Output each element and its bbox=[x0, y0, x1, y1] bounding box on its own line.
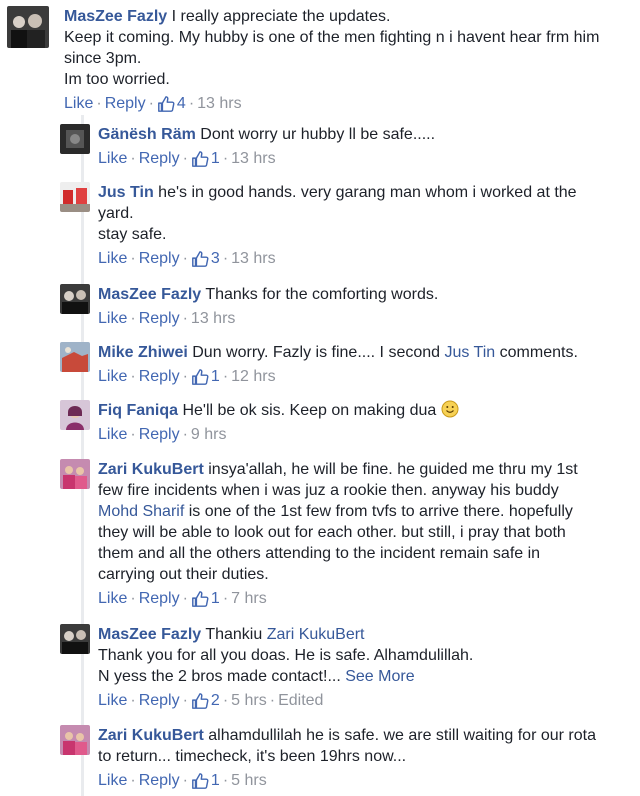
like-button[interactable]: Like bbox=[98, 249, 127, 269]
timestamp[interactable]: 12 hrs bbox=[231, 367, 275, 387]
comment-text: stay safe. bbox=[98, 226, 167, 243]
reply-button[interactable]: Reply bbox=[139, 367, 180, 387]
comment-text: Thank you for all you doas. He is safe. … bbox=[98, 647, 474, 664]
timestamp[interactable]: 5 hrs bbox=[231, 691, 267, 711]
comment-text: carrying out their duties. bbox=[98, 566, 269, 583]
like-count[interactable]: 1 bbox=[191, 149, 220, 169]
like-button[interactable]: Like bbox=[98, 149, 127, 169]
comment-text: few fire incidents when i was juz a rook… bbox=[98, 482, 559, 499]
timestamp[interactable]: 5 hrs bbox=[231, 771, 267, 791]
avatar[interactable] bbox=[60, 284, 90, 314]
comment-author[interactable]: MasZee Fazly bbox=[64, 8, 167, 25]
comment-text: I really appreciate the updates. bbox=[171, 8, 391, 25]
comment-author[interactable]: Jus Tin bbox=[98, 184, 154, 201]
reply-comment: MasZee Fazly Thankiu Zari KukuBert Thank… bbox=[60, 624, 473, 711]
comment-author[interactable]: MasZee Fazly bbox=[98, 286, 201, 303]
comment-text: since 3pm. bbox=[64, 50, 142, 67]
comment-author[interactable]: Zari KukuBert bbox=[98, 461, 204, 478]
thumbs-up-icon bbox=[191, 692, 209, 710]
comment-text: comments. bbox=[499, 344, 578, 361]
comment-author[interactable]: Gänësh Räm bbox=[98, 126, 196, 143]
comment-text: is one of the 1st few from tvfs to arriv… bbox=[188, 503, 573, 520]
comment-text: Thankiu bbox=[205, 626, 263, 643]
comment-text: he's in good hands. very garang man whom… bbox=[158, 184, 577, 201]
timestamp[interactable]: 7 hrs bbox=[231, 589, 267, 609]
reply-comment: Jus Tin he's in good hands. very garang … bbox=[60, 182, 577, 269]
comment-text: them and all the others attending to the… bbox=[98, 545, 541, 562]
comment-text: insya'allah, he will be fine. he guided … bbox=[208, 461, 578, 478]
comment-text: Dun worry. Fazly is fine.... I second bbox=[192, 344, 441, 361]
avatar[interactable] bbox=[60, 459, 90, 489]
smiley-emoji-icon bbox=[441, 400, 459, 418]
thumbs-up-icon bbox=[191, 250, 209, 268]
like-count[interactable]: 2 bbox=[191, 691, 220, 711]
avatar[interactable] bbox=[60, 400, 90, 430]
comment: MasZee Fazly I really appreciate the upd… bbox=[7, 6, 624, 114]
reply-button[interactable]: Reply bbox=[139, 249, 180, 269]
like-count[interactable]: 3 bbox=[191, 249, 220, 269]
comment-text: N yess the 2 bros made contact!... bbox=[98, 668, 341, 685]
reply-button[interactable]: Reply bbox=[139, 771, 180, 791]
reply-comment: Mike Zhiwei Dun worry. Fazly is fine....… bbox=[60, 342, 578, 387]
reply-comment: MasZee Fazly Thanks for the comforting w… bbox=[60, 284, 438, 329]
avatar[interactable] bbox=[60, 624, 90, 654]
like-button[interactable]: Like bbox=[98, 367, 127, 387]
comment-text: to return... timecheck, it's been 19hrs … bbox=[98, 748, 407, 765]
like-button[interactable]: Like bbox=[98, 771, 127, 791]
timestamp[interactable]: 13 hrs bbox=[197, 94, 241, 114]
like-button[interactable]: Like bbox=[98, 309, 127, 329]
reply-comment: Gänësh Räm Dont worry ur hubby ll be saf… bbox=[60, 124, 435, 169]
like-count[interactable]: 1 bbox=[191, 367, 220, 387]
comment-text: Keep it coming. My hubby is one of the m… bbox=[64, 29, 600, 46]
reply-comment: Zari KukuBert alhamdullilah he is safe. … bbox=[60, 725, 596, 791]
comment-author[interactable]: MasZee Fazly bbox=[98, 626, 201, 643]
reply-button[interactable]: Reply bbox=[139, 149, 180, 169]
reply-comment: Zari KukuBert insya'allah, he will be fi… bbox=[60, 459, 598, 609]
like-button[interactable]: Like bbox=[98, 691, 127, 711]
thumbs-up-icon bbox=[191, 368, 209, 386]
thumbs-up-icon bbox=[191, 590, 209, 608]
thumbs-up-icon bbox=[191, 772, 209, 790]
avatar[interactable] bbox=[7, 6, 49, 48]
timestamp[interactable]: 9 hrs bbox=[191, 425, 227, 445]
like-button[interactable]: Like bbox=[98, 425, 127, 445]
comment-text: Thanks for the comforting words. bbox=[205, 286, 439, 303]
mention-link[interactable]: Jus Tin bbox=[445, 344, 496, 361]
reply-button[interactable]: Reply bbox=[105, 94, 146, 114]
edited-label[interactable]: Edited bbox=[278, 691, 323, 711]
comment-text: yard. bbox=[98, 205, 134, 222]
like-count[interactable]: 1 bbox=[191, 589, 220, 609]
reply-button[interactable]: Reply bbox=[139, 691, 180, 711]
avatar[interactable] bbox=[60, 725, 90, 755]
timestamp[interactable]: 13 hrs bbox=[191, 309, 235, 329]
comment-text: He'll be ok sis. Keep on making dua bbox=[182, 402, 437, 419]
reply-comment: Fiq Faniqa He'll be ok sis. Keep on maki… bbox=[60, 400, 459, 445]
reply-button[interactable]: Reply bbox=[139, 425, 180, 445]
timestamp[interactable]: 13 hrs bbox=[231, 249, 275, 269]
avatar[interactable] bbox=[60, 182, 90, 212]
timestamp[interactable]: 13 hrs bbox=[231, 149, 275, 169]
like-button[interactable]: Like bbox=[64, 94, 93, 114]
mention-link[interactable]: Zari KukuBert bbox=[267, 626, 365, 643]
reply-button[interactable]: Reply bbox=[139, 309, 180, 329]
avatar[interactable] bbox=[60, 342, 90, 372]
like-count[interactable]: 1 bbox=[191, 771, 220, 791]
comment-text: they will be able to look out for each o… bbox=[98, 524, 566, 541]
comment-text: alhamdullilah he is safe. we are still w… bbox=[208, 727, 596, 744]
avatar[interactable] bbox=[60, 124, 90, 154]
comment-author[interactable]: Zari KukuBert bbox=[98, 727, 204, 744]
thumbs-up-icon bbox=[191, 150, 209, 168]
comment-text: Dont worry ur hubby ll be safe..... bbox=[200, 126, 436, 143]
mention-link[interactable]: Mohd Sharif bbox=[98, 503, 184, 520]
like-button[interactable]: Like bbox=[98, 589, 127, 609]
comment-author[interactable]: Mike Zhiwei bbox=[98, 344, 188, 361]
like-count[interactable]: 4 bbox=[157, 94, 186, 114]
comment-author[interactable]: Fiq Faniqa bbox=[98, 402, 178, 419]
thumbs-up-icon bbox=[157, 95, 175, 113]
comment-text: Im too worried. bbox=[64, 71, 170, 88]
reply-button[interactable]: Reply bbox=[139, 589, 180, 609]
see-more-link[interactable]: See More bbox=[345, 668, 414, 685]
